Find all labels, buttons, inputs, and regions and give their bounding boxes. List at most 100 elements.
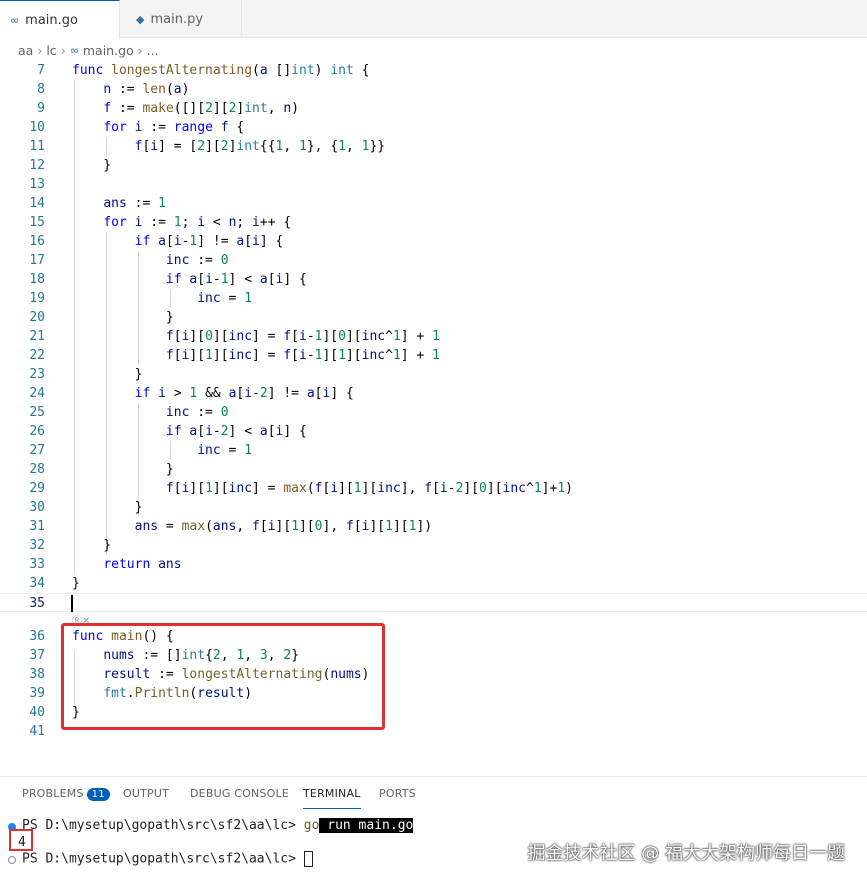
code-line: 30 } (0, 498, 867, 517)
code-text: inc = 1 (197, 291, 253, 306)
code-line: 28 } (0, 460, 867, 479)
code-text: f[i] = [2][2]int{{1, 1}, {1, 1}} (134, 139, 386, 154)
terminal-prompt: PS D:\mysetup\gopath\src\sf2\aa\lc> (22, 818, 304, 833)
tab-debug-console[interactable]: DEBUG CONSOLE (190, 787, 289, 809)
breadcrumb-item-aa[interactable]: aa (18, 43, 33, 58)
line-number: 19 (29, 291, 45, 306)
terminal-line: PS D:\mysetup\gopath\src\sf2\aa\lc> go r… (22, 818, 414, 833)
breadcrumb-item-file[interactable]: main.go (83, 43, 134, 58)
line-number: 34 (29, 576, 45, 591)
code-text: if a[i-2] < a[i] { (165, 424, 307, 439)
code-line: 22 f[i][1][inc] = f[i-1][1][inc^1] + 1 (0, 346, 867, 365)
line-number: 35 (29, 596, 45, 611)
line-number: 41 (29, 724, 45, 739)
line-number: 13 (29, 177, 45, 192)
line-number: 27 (29, 443, 45, 458)
code-text: f := make([][2][2]int, n) (103, 101, 300, 116)
tab-terminal[interactable]: TERMINAL (303, 787, 361, 809)
code-line: 32 } (0, 536, 867, 555)
line-number: 33 (29, 557, 45, 572)
line-number: 18 (29, 272, 45, 287)
code-text: } (72, 367, 143, 382)
code-line: 13 (0, 175, 867, 194)
line-number: 15 (29, 215, 45, 230)
python-file-icon: ◆ (136, 12, 145, 26)
terminal-command-go: go (303, 818, 320, 833)
line-number: 38 (29, 667, 45, 682)
current-code-line: 35 (0, 593, 867, 612)
code-line: 29 f[i][1][inc] = max(f[i][1][inc], f[i-… (0, 479, 867, 498)
code-text: } (72, 310, 174, 325)
code-line: 11 f[i] = [2][2]int{{1, 1}, {1, 1}} (0, 137, 867, 156)
watermark-text: 掘金技术社区 @ 福大大架构师每日一题 (527, 843, 845, 864)
code-line: 18 if a[i-1] < a[i] { (0, 270, 867, 289)
tab-label: main.go (25, 12, 78, 28)
annotation-highlight-box (61, 623, 385, 730)
code-editor[interactable]: 7 func longestAlternating(a []int) int { … (0, 61, 867, 776)
line-number: 40 (29, 705, 45, 720)
breadcrumb: aa › lc › ∞ main.go › ... (0, 39, 867, 61)
text-cursor (71, 595, 73, 612)
breadcrumb-item-lc[interactable]: lc (46, 43, 56, 58)
code-text: if i > 1 && a[i-2] != a[i] { (134, 386, 354, 401)
line-number: 16 (29, 234, 45, 249)
line-number: 29 (29, 481, 45, 496)
code-line: 33 return ans (0, 555, 867, 574)
chevron-right-icon: › (60, 42, 66, 58)
line-number: 23 (29, 367, 45, 382)
code-text: f[i][1][inc] = f[i-1][1][inc^1] + 1 (165, 348, 440, 363)
code-line: 17 inc := 0 (0, 251, 867, 270)
code-text: } (72, 538, 112, 553)
tab-output[interactable]: OUTPUT (123, 787, 169, 809)
code-line: 21 f[i][0][inc] = f[i-1][0][inc^1] + 1 (0, 327, 867, 346)
line-number: 10 (29, 120, 45, 135)
code-line: 15 for i := 1; i < n; i++ { (0, 213, 867, 232)
chevron-right-icon: › (37, 42, 43, 58)
code-line: 24 if i > 1 && a[i-2] != a[i] { (0, 384, 867, 403)
code-line: 19 inc = 1 (0, 289, 867, 308)
code-text: } (72, 576, 80, 591)
code-line: 23 } (0, 365, 867, 384)
line-number: 14 (29, 196, 45, 211)
tab-label: PROBLEMS (22, 787, 84, 800)
line-number: 24 (29, 386, 45, 401)
tab-main-py[interactable]: ◆ main.py (120, 0, 242, 38)
line-number: 8 (37, 82, 45, 97)
code-text: return ans (103, 557, 182, 572)
line-number: 21 (29, 329, 45, 344)
code-text: ans = max(ans, f[i][1][0], f[i][1][1]) (134, 519, 433, 534)
command-status-dot[interactable] (8, 856, 16, 864)
code-text: for i := 1; i < n; i++ { (103, 215, 292, 230)
code-text: inc := 0 (165, 405, 229, 420)
code-line: 31 ans = max(ans, f[i][1][0], f[i][1][1]… (0, 517, 867, 536)
breadcrumb-item-more[interactable]: ... (147, 43, 159, 58)
terminal-line[interactable]: PS D:\mysetup\gopath\src\sf2\aa\lc> (22, 851, 313, 867)
go-file-icon: ∞ (69, 43, 79, 57)
tab-problems[interactable]: PROBLEMS 11 (22, 787, 110, 809)
line-number: 9 (37, 101, 45, 116)
tab-label: main.py (150, 11, 204, 27)
tab-ports[interactable]: PORTS (379, 787, 416, 809)
bottom-panel: PROBLEMS 11 OUTPUT DEBUG CONSOLE TERMINAL… (0, 776, 867, 886)
code-text: if a[i-1] != a[i] { (134, 234, 284, 249)
code-line: 8 n := len(a) (0, 80, 867, 99)
line-number: 17 (29, 253, 45, 268)
line-number: 39 (29, 686, 45, 701)
line-number: 12 (29, 158, 45, 173)
tab-main-go[interactable]: ∞ main.go (0, 0, 120, 39)
line-number: 37 (29, 648, 45, 663)
code-line: 25 inc := 0 (0, 403, 867, 422)
line-number: 30 (29, 500, 45, 515)
line-number: 28 (29, 462, 45, 477)
go-file-icon: ∞ (10, 13, 20, 27)
chevron-right-icon: › (137, 42, 143, 58)
code-line: 27 inc = 1 (0, 441, 867, 460)
code-text: if a[i-1] < a[i] { (165, 272, 307, 287)
code-line: 26 if a[i-2] < a[i] { (0, 422, 867, 441)
line-number: 26 (29, 424, 45, 439)
code-text: for i := range f { (103, 120, 245, 135)
code-text: inc = 1 (197, 443, 253, 458)
line-number: 36 (29, 629, 45, 644)
editor-tab-bar: ∞ main.go ◆ main.py (0, 0, 867, 39)
line-number: 25 (29, 405, 45, 420)
